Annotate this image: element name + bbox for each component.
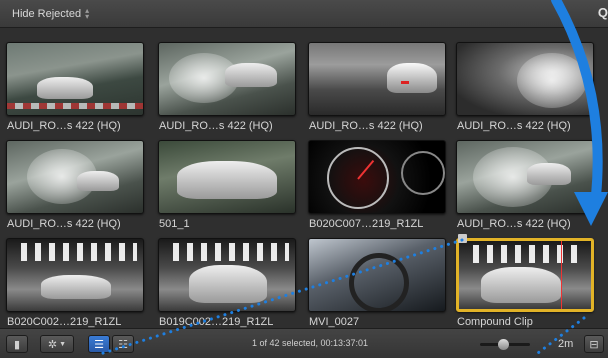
browser-toolbar: Hide Rejected ▴ ▾ Q xyxy=(0,0,608,28)
list-view-button[interactable]: ☷ xyxy=(112,335,134,353)
clip-name: Compound Clip xyxy=(457,316,533,328)
chevron-down-icon: ▼ xyxy=(59,340,67,348)
filmstrip-toggle-icon: ▮ xyxy=(13,338,21,351)
clip-appearance-icon: ⊟ xyxy=(589,338,599,351)
clip-name: B020C002…219_R1ZL xyxy=(7,316,122,328)
clip-thumbnail[interactable] xyxy=(456,238,594,312)
stepper-icon: ▴ ▾ xyxy=(85,6,90,21)
clip-appearance-button[interactable]: ⊟ xyxy=(584,335,604,353)
filmstrip-view-button[interactable]: ☰ xyxy=(88,335,110,353)
gear-icon: ✲ xyxy=(47,338,58,351)
clip-name: AUDI_RO…s 422 (HQ) xyxy=(7,218,121,230)
clip-name: AUDI_RO…s 422 (HQ) xyxy=(457,218,571,230)
filter-label: Hide Rejected xyxy=(12,8,82,20)
clip-thumbnail[interactable] xyxy=(456,140,594,214)
event-browser: Hide Rejected ▴ ▾ Q AUDI_RO…s 422 (HQ) AU… xyxy=(0,0,608,358)
clip-name: AUDI_RO…s 422 (HQ) xyxy=(7,120,121,132)
clip-name: B019C002…219_R1ZL xyxy=(159,316,274,328)
clip-name: B020C007…219_R1ZL xyxy=(309,218,424,230)
selection-status: 1 of 42 selected, 00:13:37:01 xyxy=(251,338,369,348)
zoom-slider[interactable] xyxy=(480,339,530,350)
zoom-slider-knob[interactable] xyxy=(497,339,509,350)
clip-grid: AUDI_RO…s 422 (HQ) AUDI_RO…s 422 (HQ) AU… xyxy=(0,28,608,328)
clip-thumbnail[interactable] xyxy=(6,140,144,214)
clip-thumbnail[interactable] xyxy=(456,42,594,116)
clip-thumbnail[interactable] xyxy=(6,42,144,116)
clip-thumbnail[interactable] xyxy=(308,42,446,116)
clip-name: AUDI_RO…s 422 (HQ) xyxy=(159,120,273,132)
clip-thumbnail[interactable] xyxy=(308,238,446,312)
clip-name: MVI_0027 xyxy=(309,316,360,328)
clip-name: AUDI_RO…s 422 (HQ) xyxy=(457,120,571,132)
search-icon[interactable]: Q xyxy=(598,5,608,20)
list-view-icon: ☷ xyxy=(118,338,128,351)
browser-footer: ▮ ✲ ▼ ☰ ☷ 1 of 42 selected, 00:13:37:01 … xyxy=(0,328,608,358)
clip-duration-label: 2m xyxy=(558,338,574,350)
skimmer-playhead xyxy=(561,241,562,309)
clip-thumbnail[interactable] xyxy=(158,42,296,116)
compound-clip-icon xyxy=(458,234,467,243)
clip-name: AUDI_RO…s 422 (HQ) xyxy=(309,120,423,132)
filmstrip-toggle-button[interactable]: ▮ xyxy=(6,335,28,353)
clip-name: 501_1 xyxy=(159,218,190,230)
clip-thumbnail[interactable] xyxy=(6,238,144,312)
filter-popup[interactable]: Hide Rejected ▴ ▾ xyxy=(6,6,97,22)
clip-thumbnail[interactable] xyxy=(158,140,296,214)
filmstrip-view-icon: ☰ xyxy=(94,338,104,351)
clip-thumbnail[interactable] xyxy=(158,238,296,312)
clip-thumbnail[interactable] xyxy=(308,140,446,214)
action-menu-button[interactable]: ✲ ▼ xyxy=(40,335,74,353)
